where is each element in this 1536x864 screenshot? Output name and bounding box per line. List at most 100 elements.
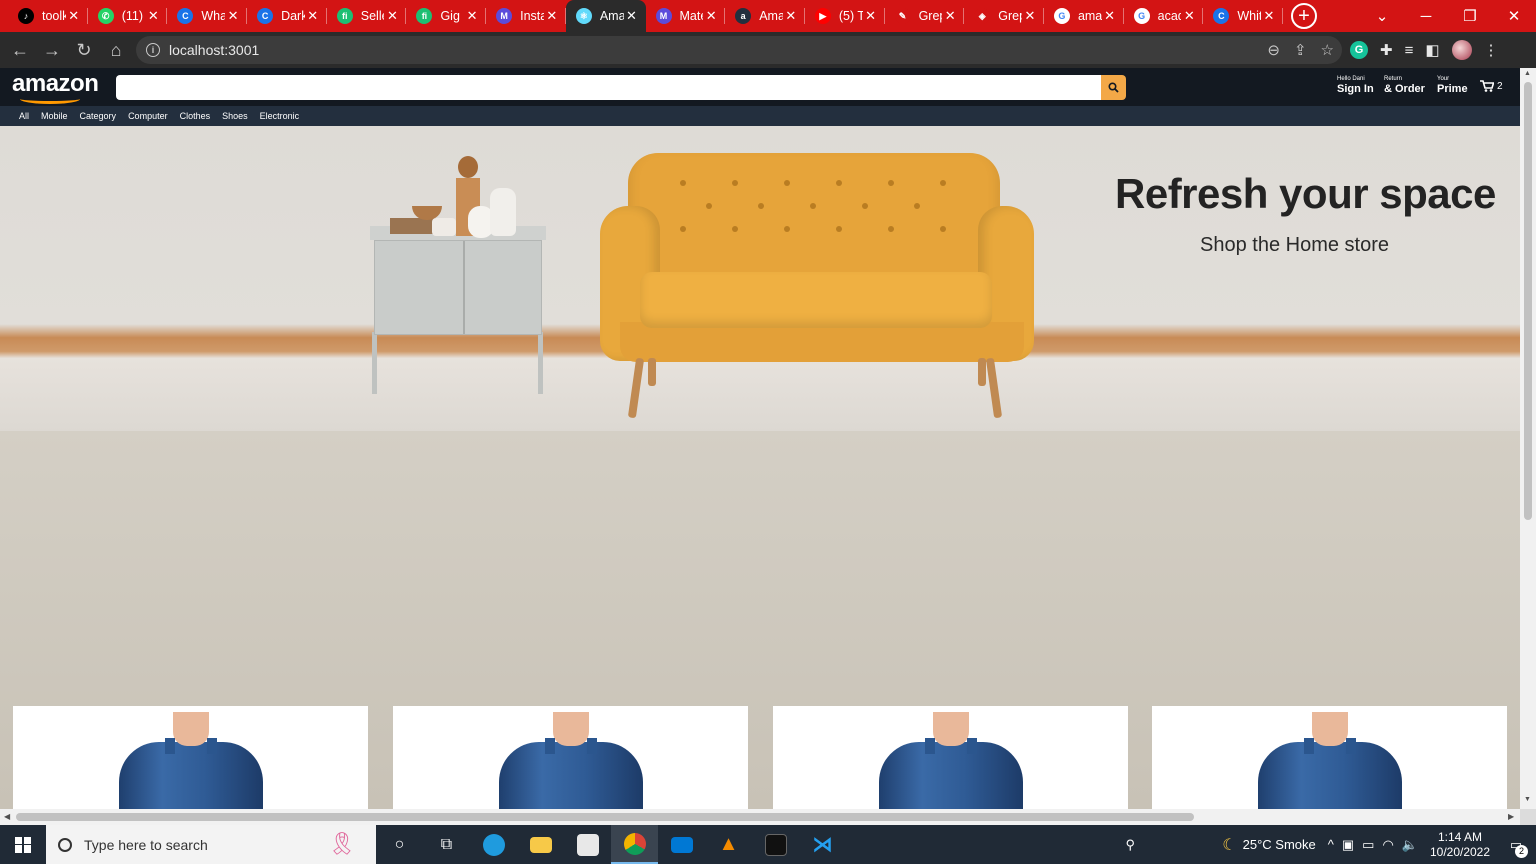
address-bar[interactable]: i localhost:3001 ⊖ ⇪ ☆ — [136, 36, 1342, 64]
terminal-icon[interactable] — [752, 825, 799, 864]
scroll-up-icon[interactable]: ▲ — [1524, 70, 1531, 77]
profile-avatar[interactable] — [1451, 40, 1472, 60]
wifi-icon[interactable]: ◠ — [1382, 837, 1393, 853]
orders-option[interactable]: Return & Order — [1384, 76, 1425, 95]
tray-overflow-icon[interactable]: ^ — [1328, 837, 1334, 852]
people-icon[interactable]: ⚲ — [1108, 837, 1152, 853]
tab-close-icon[interactable]: ✕ — [1102, 8, 1118, 24]
browser-tab[interactable]: M Instagram✕ — [486, 0, 566, 32]
reload-icon[interactable]: ↻ — [68, 34, 100, 66]
mail-icon[interactable] — [658, 825, 705, 864]
tab-close-icon[interactable]: ✕ — [1261, 8, 1277, 24]
product-image[interactable] — [499, 712, 643, 809]
cortana-icon[interactable]: ○ — [376, 825, 423, 864]
product-card[interactable] — [1152, 706, 1507, 809]
prime-option[interactable]: Your Prime — [1437, 76, 1468, 95]
hero-subline[interactable]: Shop the Home store — [1200, 234, 1389, 257]
scroll-left-icon[interactable]: ◀ — [4, 812, 10, 821]
tab-close-icon[interactable]: ✕ — [145, 8, 161, 24]
menu-kebab-icon[interactable]: ⋮ — [1484, 41, 1499, 59]
awareness-ribbon-icon[interactable]: 🎗 — [328, 831, 356, 857]
meet-now-icon[interactable]: ▣ — [1342, 837, 1354, 853]
browser-tab[interactable]: ▶ (5) Tu Hai✕ — [805, 0, 885, 32]
browser-tab[interactable]: ⚛ Amazon✕ — [565, 0, 646, 32]
nav-item-clothes[interactable]: Clothes — [180, 111, 211, 121]
tab-close-icon[interactable]: ✕ — [384, 8, 400, 24]
edge-icon[interactable] — [470, 825, 517, 864]
site-info-icon[interactable]: i — [146, 43, 160, 57]
notification-icon[interactable]: ▭ 2 — [1496, 837, 1536, 858]
tab-close-icon[interactable]: ✕ — [225, 8, 241, 24]
product-card[interactable] — [393, 706, 748, 809]
browser-tab[interactable]: fi Seller✕ — [327, 0, 407, 32]
browser-tab[interactable]: ♪ toolkit✕ — [8, 0, 88, 32]
restore-button[interactable]: ❐ — [1448, 0, 1492, 32]
vscode-icon[interactable]: ⋊ — [799, 825, 846, 864]
home-icon[interactable]: ⌂ — [100, 34, 132, 66]
tab-close-icon[interactable]: ✕ — [1181, 8, 1197, 24]
tab-close-icon[interactable]: ✕ — [863, 8, 879, 24]
nav-item-all[interactable]: All — [19, 111, 29, 121]
horizontal-scroll-thumb[interactable] — [16, 813, 1194, 821]
product-image[interactable] — [1258, 712, 1402, 809]
nav-item-computer[interactable]: Computer — [128, 111, 168, 121]
tab-close-icon[interactable]: ✕ — [942, 8, 958, 24]
vertical-scrollbar[interactable]: ▲ ▼ — [1520, 68, 1536, 809]
browser-tab[interactable]: ◈ Grepper✕ — [964, 0, 1044, 32]
tab-close-icon[interactable]: ✕ — [464, 8, 480, 24]
browser-tab[interactable]: ✆ (11) WhatsApp✕ — [88, 0, 168, 32]
browser-tab[interactable]: fi Gig ✕ — [406, 0, 486, 32]
extensions-puzzle-icon[interactable]: ✚ — [1380, 41, 1393, 59]
volume-icon[interactable]: 🔈 — [1402, 837, 1418, 853]
browser-tab[interactable]: Gacadem✕ — [1124, 0, 1204, 32]
nav-item-electronic[interactable]: Electronic — [260, 111, 300, 121]
product-image[interactable] — [879, 712, 1023, 809]
nav-item-shoes[interactable]: Shoes — [222, 111, 248, 121]
clock[interactable]: 1:14 AM 10/20/2022 — [1424, 830, 1496, 860]
bookmark-star-icon[interactable]: ☆ — [1321, 41, 1334, 59]
start-button[interactable] — [0, 825, 46, 864]
close-window-button[interactable]: ✕ — [1492, 0, 1536, 32]
product-card[interactable] — [13, 706, 368, 809]
search-button[interactable] — [1101, 75, 1126, 100]
forward-icon[interactable]: → — [36, 34, 68, 66]
browser-tab[interactable]: C Dark ✕ — [247, 0, 327, 32]
browser-tab[interactable]: C WhatsApp✕ — [167, 0, 247, 32]
tab-close-icon[interactable]: ✕ — [66, 8, 82, 24]
tab-search-icon[interactable]: ⌄ — [1360, 0, 1404, 32]
cart-button[interactable]: 2 — [1480, 80, 1503, 92]
browser-tab[interactable]: C White B✕ — [1203, 0, 1283, 32]
weather-text[interactable]: 25°C Smoke — [1243, 837, 1316, 852]
battery-icon[interactable]: ▭ — [1362, 837, 1374, 853]
scroll-down-icon[interactable]: ▼ — [1524, 796, 1531, 803]
browser-tab[interactable]: ✎ Grepper✕ — [885, 0, 965, 32]
search-input[interactable] — [116, 75, 1101, 100]
product-card[interactable] — [773, 706, 1128, 809]
nav-item-mobile[interactable]: Mobile — [41, 111, 68, 121]
tab-close-icon[interactable]: ✕ — [544, 8, 560, 24]
product-image[interactable] — [119, 712, 263, 809]
new-tab-button[interactable]: + — [1291, 3, 1317, 29]
browser-tab[interactable]: a Amazon✕ — [725, 0, 805, 32]
reading-list-icon[interactable]: ≡ — [1405, 42, 1414, 59]
browser-tab[interactable]: M Material✕ — [646, 0, 726, 32]
tab-close-icon[interactable]: ✕ — [1022, 8, 1038, 24]
microsoft-store-icon[interactable] — [564, 825, 611, 864]
signin-option[interactable]: Hello Dani Sign In — [1337, 76, 1374, 95]
browser-tab[interactable]: Gamazon✕ — [1044, 0, 1124, 32]
grammarly-extension-icon[interactable]: G — [1350, 41, 1368, 59]
vlc-icon[interactable]: ▲ — [705, 825, 752, 864]
tab-close-icon[interactable]: ✕ — [703, 8, 719, 24]
nav-item-category[interactable]: Category — [80, 111, 117, 121]
minimize-button[interactable]: ─ — [1404, 0, 1448, 32]
share-icon[interactable]: ⇪ — [1294, 41, 1307, 59]
tab-close-icon[interactable]: ✕ — [624, 8, 640, 24]
back-icon[interactable]: ← — [4, 34, 36, 66]
taskbar-search-box[interactable]: Type here to search 🎗 — [46, 825, 376, 864]
chrome-icon[interactable] — [611, 825, 658, 864]
scroll-right-icon[interactable]: ▶ — [1508, 812, 1514, 821]
amazon-logo[interactable]: amazon — [12, 70, 99, 104]
vertical-scroll-thumb[interactable] — [1524, 82, 1532, 520]
side-panel-icon[interactable]: ◧ — [1425, 41, 1439, 59]
horizontal-scrollbar[interactable]: ◀ ▶ — [0, 809, 1520, 825]
